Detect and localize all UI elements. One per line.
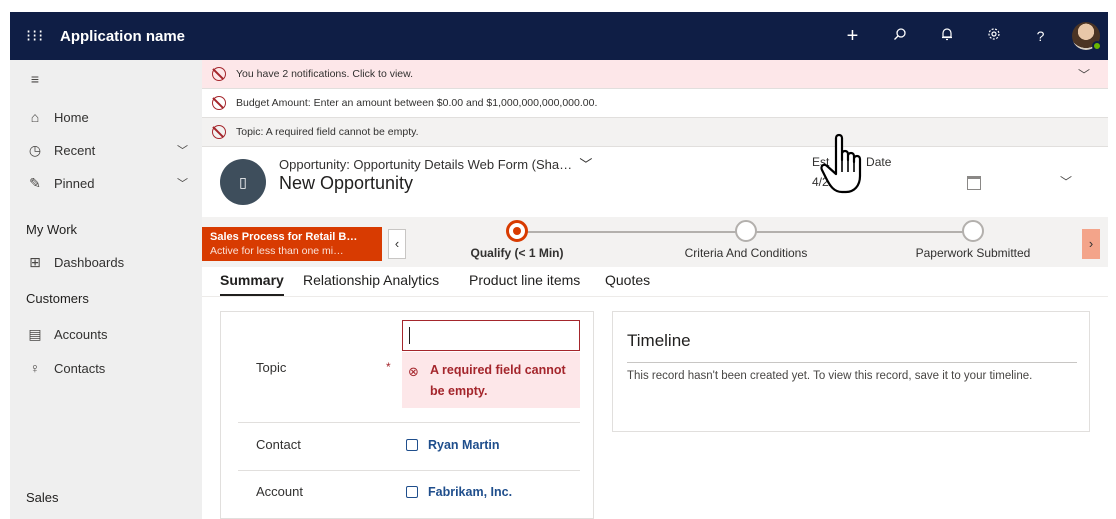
timeline-title: Timeline [627,331,691,350]
form-selector-label: Opportunity: Opportunity Details Web For… [279,157,573,172]
process-name-badge[interactable]: Sales Process for Retail B… Active for l… [202,227,382,261]
stage-paperwork[interactable]: Paperwork Submitted [898,217,1048,260]
sidebar-item-recent[interactable]: ◷ Recent ﹀ [10,135,202,165]
bell-icon[interactable] [923,27,970,45]
avatar[interactable] [1072,22,1102,51]
stage-label: Criteria And Conditions [684,246,808,260]
account-value[interactable]: Fabrikam, Inc. [428,485,512,499]
field-divider [238,422,580,423]
tab-quotes[interactable]: Quotes [605,272,650,288]
next-stage-button[interactable]: › [1082,229,1100,259]
field-divider [238,470,580,471]
hand-cursor-icon [820,133,862,194]
blocked-icon [212,67,226,81]
sidebar-item-accounts[interactable]: ▤ Accounts [10,319,202,349]
notification-item[interactable]: Topic: A required field cannot be empty. [202,118,1108,147]
notification-text: Topic: A required field cannot be empty. [236,126,419,138]
record-title: New Opportunity [279,173,414,193]
sidebar-item-home[interactable]: ⌂ Home [10,102,202,132]
business-process-flow: Sales Process for Retail B… Active for l… [202,217,1108,267]
blocked-icon [212,96,226,110]
form-selector[interactable]: Opportunity: Opportunity Details Web For… [279,154,592,173]
pin-icon: ✎ [29,174,41,191]
sidebar-item-label: Dashboards [54,254,125,270]
text-caret [409,327,410,344]
topic-label: Topic [256,360,287,375]
blocked-icon [212,125,226,139]
notification-text: Budget Amount: Enter an amount between $… [236,97,598,109]
chevron-down-icon[interactable]: ﹀ [177,175,188,191]
topic-input[interactable] [402,320,580,351]
contact-value[interactable]: Ryan Martin [428,438,500,452]
top-actions: + ? [829,12,1102,60]
sidebar: ≡ ⌂ Home ◷ Recent ﹀ ✎ Pinned ﹀ My Work ⊞… [10,60,202,519]
person-icon: ♀ [29,360,41,376]
stage-label: Paperwork Submitted [915,246,1031,260]
hamburger-icon[interactable]: ≡ [24,71,46,87]
chevron-down-icon[interactable]: ﹀ [177,142,188,158]
clock-icon: ◷ [28,141,42,158]
stage-icon [735,220,757,242]
sidebar-item-label: Pinned [54,175,95,191]
account-icon [406,486,418,498]
error-text-line: be empty. [430,384,488,398]
stage-label: Qualify (< 1 Min) [470,246,564,260]
sidebar-section-my-work: My Work [26,222,78,237]
chevron-down-icon: ﹀ [579,157,593,172]
search-icon[interactable] [876,27,923,45]
error-text-line: A required field cannot [430,363,566,377]
process-name: Sales Process for Retail B… [210,231,358,243]
previous-stage-button[interactable]: ‹ [388,229,406,259]
dashboard-icon: ⊞ [29,253,41,270]
required-indicator: * [386,360,391,374]
home-icon: ⌂ [30,109,40,125]
stage-qualify[interactable]: Qualify (< 1 Min) [447,217,587,260]
form-tabs: Summary Relationship Analytics Product l… [202,267,1108,297]
sidebar-item-label: Recent [54,142,96,158]
notification-item[interactable]: Budget Amount: Enter an amount between $… [202,89,1108,118]
process-status: Active for less than one mi… [210,245,344,257]
calendar-icon[interactable] [967,176,981,190]
waffle-icon[interactable]: ⁝⁝⁝ [26,26,46,46]
account-icon: ▤ [28,325,42,342]
tab-summary[interactable]: Summary [220,272,284,296]
contact-label: Contact [256,437,301,452]
help-icon[interactable]: ? [1017,28,1064,44]
sidebar-menu-toggle[interactable]: ≡ [10,64,202,94]
notification-summary[interactable]: You have 2 notifications. Click to view.… [202,60,1108,89]
est-label-part: Date [866,155,892,169]
main-content: You have 2 notifications. Click to view.… [202,60,1108,519]
stage-criteria[interactable]: Criteria And Conditions [666,217,826,260]
account-label: Account [256,484,303,499]
sidebar-item-contacts[interactable]: ♀ Contacts [10,353,202,383]
tab-product-line-items[interactable]: Product line items [469,272,580,288]
chevron-down-icon[interactable]: ﹀ [1060,173,1072,190]
plus-icon[interactable]: + [829,25,876,48]
stage-icon [962,220,984,242]
sidebar-section-customers: Customers [26,291,89,306]
sidebar-item-dashboards[interactable]: ⊞ Dashboards [10,247,202,277]
opportunity-icon: ▯ [220,159,266,205]
chevron-down-icon[interactable]: ﹀ [1078,66,1090,83]
stage-active-icon [506,220,528,242]
sidebar-item-label: Home [54,109,89,125]
error-icon: ⊗ [408,364,419,379]
notification-text: You have 2 notifications. Click to view. [236,68,414,80]
sidebar-item-pinned[interactable]: ✎ Pinned ﹀ [10,168,202,198]
sidebar-item-label: Accounts [54,326,108,342]
gear-icon[interactable] [970,27,1017,45]
sidebar-item-label: Contacts [54,360,106,376]
app-name[interactable]: Application name [60,28,185,45]
contact-icon [406,439,418,451]
tab-relationship-analytics[interactable]: Relationship Analytics [303,272,439,288]
timeline-divider [627,362,1077,363]
sidebar-section-sales: Sales [26,490,59,505]
timeline-text: This record hasn't been created yet. To … [627,370,1033,382]
topic-error-message: ⊗ A required field cannot be empty. [402,352,580,408]
contact-lookup[interactable]: Ryan Martin [406,438,500,452]
top-bar: ⁝⁝⁝ Application name + ? [10,12,1108,60]
account-lookup[interactable]: Fabrikam, Inc. [406,485,512,499]
presence-icon [1092,41,1102,51]
record-header: ▯ Opportunity: Opportunity Details Web F… [202,149,1108,209]
